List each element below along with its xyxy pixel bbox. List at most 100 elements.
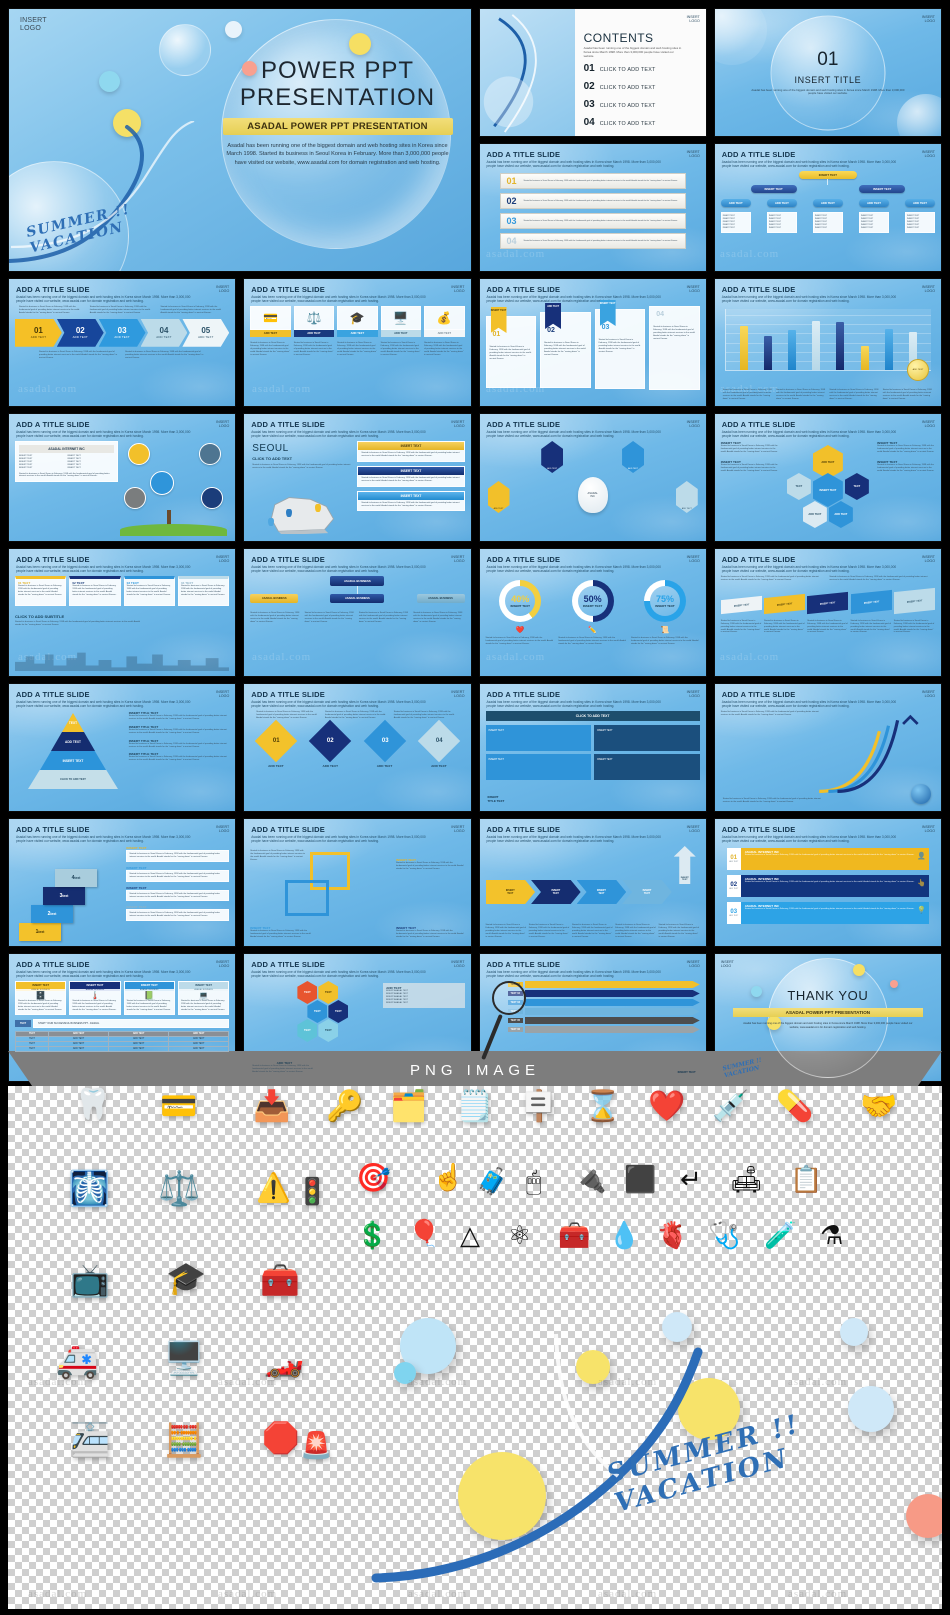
image-card[interactable]: 🎓 ADD TEXT (337, 306, 378, 337)
arrow-step[interactable]: INSERT TEXT (622, 880, 672, 904)
flow-node-left[interactable]: ASADAL BUSINESS (250, 594, 299, 603)
org-node[interactable]: ADD TEXT (858, 199, 889, 207)
fold-card[interactable]: 02 TEXT Started its business in Seoul Ko… (69, 576, 121, 606)
flag-card[interactable]: INSERT TEXT 03 Started its business in S… (594, 300, 646, 389)
box-cell[interactable]: INSERT TEXT (594, 754, 700, 780)
slide-thumb-fold-cards[interactable]: ADD A TITLE SLIDE Asadal has been runnin… (8, 548, 237, 677)
image-card[interactable]: 🖥️ ADD TEXT (380, 306, 422, 337)
fold-card[interactable]: 03 TEXT Started its business in Seoul Ko… (123, 576, 175, 606)
map-bar-card[interactable]: INSERT TEXT Started its business in Seou… (357, 465, 465, 487)
stair-step[interactable]: 4 text (55, 869, 97, 887)
stair-step[interactable]: 2 text (31, 905, 73, 923)
diamond-step[interactable]: 01 (254, 719, 298, 762)
flow-node-right[interactable]: ASADAL BUSINESS (416, 594, 465, 603)
list-item[interactable]: TEXT 05 (507, 1017, 700, 1024)
slide-thumb-title[interactable]: INSERT LOGO POWER PPT PRESENTATION ASADA… (8, 8, 472, 272)
hex-node[interactable]: ADD TEXT (675, 481, 698, 513)
arrow-step[interactable]: INSERT TEXT (576, 880, 627, 904)
table-card[interactable]: INSERT TEXT ASADAL BUSINESS 💻 Started it… (177, 981, 230, 1015)
slide-thumb-tree-diagram[interactable]: ADD A TITLE SLIDE Asadal has been runnin… (8, 413, 237, 542)
list-item[interactable]: TEXT 01 (507, 981, 700, 988)
pyramid-layer[interactable]: CLICK TO ADD TEXT (28, 770, 118, 789)
hex-node[interactable]: TEXT (786, 473, 811, 500)
tag-item[interactable]: INSERT TEXT (764, 593, 806, 614)
org-node[interactable]: ADD TEXT (812, 199, 843, 207)
list-item[interactable]: 03 CLICK TO ADD TEXT (584, 99, 656, 110)
arrow-step[interactable]: INSERT TEXT (531, 880, 581, 904)
chevron-step[interactable]: 02 ADD TEXT (56, 318, 104, 347)
org-node[interactable]: INSERT TEXT (750, 185, 797, 193)
list-item[interactable]: TEXT 06 (507, 1026, 700, 1033)
flag-card[interactable]: 04 Started its business in Seoul Korea i… (649, 306, 700, 390)
flow-node-mid[interactable]: ASADAL BUSINESS (330, 594, 385, 603)
up-arrow[interactable]: INSERT TEXT (673, 846, 696, 884)
slide-thumb-flow-boxes[interactable]: ADD A TITLE SLIDE Asadal has been runnin… (243, 548, 472, 677)
hex-node[interactable]: ADD TEXT (828, 501, 853, 528)
slide-thumb-diamond-steps[interactable]: ADD A TITLE SLIDE Asadal has been runnin… (243, 683, 472, 812)
tag-item[interactable]: INSERT TEXT (893, 587, 935, 614)
slide-thumb-pyramid[interactable]: ADD A TITLE SLIDE Asadal has been runnin… (8, 683, 237, 812)
slide-thumb-map[interactable]: ADD A TITLE SLIDE Asadal has been runnin… (243, 413, 472, 542)
slide-thumb-arrow-flow[interactable]: ADD A TITLE SLIDE Asadal has been runnin… (478, 818, 707, 947)
slide-thumb-hex-grid[interactable]: ADD A TITLE SLIDE Asadal has been runnin… (243, 953, 472, 1082)
slide-thumb-stairs[interactable]: ADD A TITLE SLIDE Asadal has been runnin… (8, 818, 237, 947)
slide-thumb-ribbon-flags[interactable]: ADD A TITLE SLIDE Asadal has been runnin… (478, 278, 707, 407)
image-card[interactable]: 💰 ADD TEXT (424, 306, 465, 337)
slide-thumb-contents[interactable]: INSERT LOGO CONTENTS Asadal has been run… (478, 8, 707, 137)
org-node[interactable]: ADD TEXT (766, 199, 797, 207)
flag-card[interactable]: INSERT TEXT 01 Started its business in S… (485, 307, 537, 388)
org-node-top[interactable]: INSERT TEXT (798, 171, 857, 179)
slide-thumb-bar-chart[interactable]: ADD A TITLE SLIDE Asadal has been runnin… (713, 278, 942, 407)
fold-card[interactable]: 04 TEXT Started its business in Seoul Ko… (177, 576, 230, 606)
image-card[interactable]: 💳 ADD TEXT (250, 306, 291, 337)
map-bar-card[interactable]: INSERT TEXT Started its business in Seou… (357, 490, 465, 512)
table-card[interactable]: INSERT TEXT ASADAL BUSINESS 🗄️ Started i… (15, 981, 67, 1015)
slide-thumb-curve-chart[interactable]: ADD A TITLE SLIDE Asadal has been runnin… (713, 683, 942, 812)
hex-node[interactable]: ADD TEXT (622, 441, 645, 473)
list-item[interactable]: 02 Started its business in Seoul Korea i… (499, 193, 686, 209)
list-item[interactable]: 04 Started its business in Seoul Korea i… (499, 233, 686, 249)
slide-thumb-magnifier-list[interactable]: ADD A TITLE SLIDE Asadal has been runnin… (478, 953, 707, 1082)
box-cell[interactable]: INSERT TEXT (485, 725, 592, 751)
list-item[interactable]: TEXT 02 (507, 990, 700, 997)
box-cell[interactable]: INSERT TEXT (594, 725, 700, 751)
org-node[interactable]: ADD TEXT (720, 199, 751, 207)
diamond-step[interactable]: 03 (363, 719, 406, 762)
table-card[interactable]: INSERT TEXT ASADAL BUSINESS 📗 Started it… (123, 981, 175, 1015)
box-cell[interactable]: INSERT TEXT (485, 754, 592, 780)
slide-thumb-table[interactable]: ADD A TITLE SLIDE Asadal has been runnin… (8, 953, 237, 1082)
list-item[interactable]: 03 Started its business in Seoul Korea i… (499, 213, 686, 229)
slide-thumb-box-grid[interactable]: ADD A TITLE SLIDE Asadal has been runnin… (478, 683, 707, 812)
slide-thumb-donut-charts[interactable]: ADD A TITLE SLIDE Asadal has been runnin… (478, 548, 707, 677)
list-item[interactable]: 01 CLICK TO ADD TEXT (584, 63, 656, 74)
hex-node[interactable]: ADD TEXT (487, 481, 510, 513)
stair-step[interactable]: 1 text (19, 923, 61, 941)
list-item[interactable]: 04 CLICK TO ADD TEXT (584, 117, 656, 128)
table-card[interactable]: INSERT TEXT ASADAL BUSINESS 🌡️ Started i… (69, 981, 121, 1015)
tag-item[interactable]: INSERT TEXT (850, 589, 892, 614)
slide-thumb-org-chart[interactable]: ADD A TITLE SLIDE Asadal has been runnin… (713, 143, 942, 272)
list-item[interactable]: 01 Started its business in Seoul Korea i… (499, 173, 686, 189)
hex-tile[interactable]: TEXT (297, 1019, 318, 1042)
pyramid-layer[interactable]: ADD TEXT (51, 732, 95, 751)
diamond-step[interactable]: 02 (309, 719, 352, 762)
hex-node[interactable]: ADD TEXT (802, 501, 827, 528)
image-card[interactable]: ⚖️ ADD TEXT (293, 306, 335, 337)
slide-thumb-ribbon-tags[interactable]: ADD A TITLE SLIDE Asadal has been runnin… (713, 548, 942, 677)
band-row[interactable]: 01 ADD TEXT ASADAL INTERNET INC Started … (726, 848, 929, 870)
slide-thumb-image-cards[interactable]: ADD A TITLE SLIDE Asadal has been runnin… (243, 278, 472, 407)
slide-thumb-frames[interactable]: ADD A TITLE SLIDE Asadal has been runnin… (243, 818, 472, 947)
slide-thumb-section-divider[interactable]: 01 INSERT TITLE Asadal has been running … (713, 8, 942, 137)
list-item[interactable]: TEXT 04 (507, 1008, 700, 1015)
chevron-step[interactable]: 03 ADD TEXT (98, 318, 146, 347)
pyramid-layer[interactable]: TEXT (62, 713, 84, 732)
hex-node[interactable]: TEXT (844, 473, 869, 500)
slide-thumb-hex-cluster[interactable]: ADD A TITLE SLIDE Asadal has been runnin… (713, 413, 942, 542)
tag-item[interactable]: INSERT TEXT (807, 591, 849, 614)
list-item[interactable]: 02 CLICK TO ADD TEXT (584, 81, 656, 92)
list-item[interactable]: TEXT 03 (507, 999, 700, 1006)
hex-node[interactable]: ADD TEXT (541, 441, 564, 473)
slide-thumb-color-bands[interactable]: ADD A TITLE SLIDE Asadal has been runnin… (713, 818, 942, 947)
fold-card[interactable]: 01 TEXT Started its business in Seoul Ko… (15, 576, 67, 606)
org-node[interactable]: ADD TEXT (905, 199, 935, 207)
